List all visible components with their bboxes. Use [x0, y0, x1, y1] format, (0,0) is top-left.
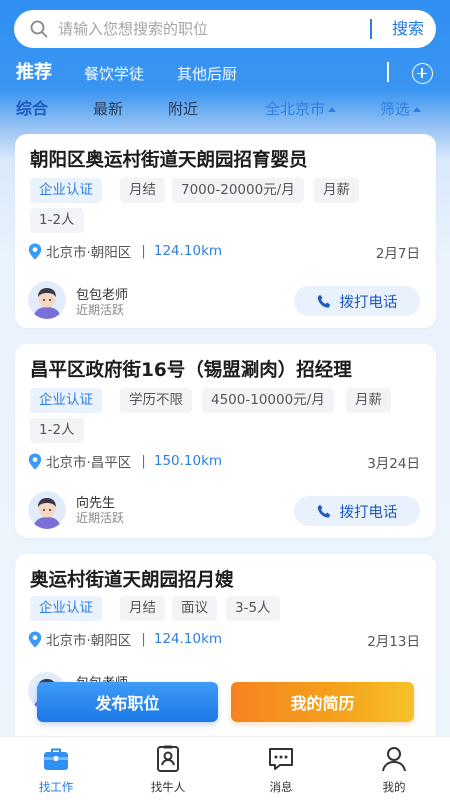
nav-label: 我的 — [382, 780, 406, 794]
phone-icon — [317, 294, 330, 308]
location-text: 北京市·朝阳区 — [46, 245, 132, 261]
my-resume-button[interactable]: 我的简历 — [231, 682, 414, 722]
city-dropdown[interactable]: 全北京市 — [265, 94, 337, 124]
nav-label: 找牛人 — [150, 780, 186, 794]
nav-find-job[interactable]: 找工作 — [16, 737, 96, 800]
job-title: 昌平区政府街16号（锡盟涮肉）招经理 — [30, 360, 352, 381]
screen-dropdown[interactable]: 筛选 — [380, 94, 422, 124]
location-row: 北京市·昌平区 | 150.10km — [28, 451, 222, 471]
call-button[interactable]: 拨打电话 — [294, 496, 420, 526]
city-label: 全北京市 — [265, 100, 326, 118]
id-card-icon — [157, 745, 179, 772]
job-tag: 3-5人 — [226, 596, 280, 621]
distance-text: 124.10km — [153, 631, 223, 647]
avatar — [28, 491, 66, 529]
search-icon — [30, 20, 48, 38]
call-button-label: 拨打电话 — [339, 504, 398, 521]
location-text: 北京市·朝阳区 — [46, 633, 132, 649]
search-input[interactable] — [58, 10, 358, 48]
filter-comprehensive[interactable]: 综合 — [16, 94, 48, 124]
location-separator: | — [141, 243, 146, 259]
location-separator: | — [141, 453, 146, 469]
post-date: 2月7日 — [375, 246, 420, 262]
job-tag: 月薪 — [346, 388, 391, 413]
publish-job-button[interactable]: 发布职位 — [37, 682, 218, 722]
contact-status: 近期活跃 — [76, 511, 125, 525]
nav-find-talent[interactable]: 找牛人 — [128, 737, 208, 800]
avatar — [28, 281, 66, 319]
search-divider — [370, 19, 372, 39]
job-title: 朝阳区奥运村街道天朗园招育婴员 — [30, 150, 308, 171]
job-tag: 月薪 — [314, 178, 359, 203]
tab-catering-apprentice[interactable]: 餐饮学徒 — [84, 57, 144, 91]
job-card[interactable]: 奥运村街道天朗园招月嫂 企业认证 月结 面议 3-5人 北京市·朝阳区 | 12… — [15, 554, 436, 754]
location-row: 北京市·朝阳区 | 124.10km — [28, 629, 222, 649]
category-tabs: 推荐 餐饮学徒 其他后厨 — [0, 56, 450, 90]
distance-text: 124.10km — [153, 243, 223, 259]
category-divider — [387, 62, 389, 82]
user-icon — [382, 747, 406, 772]
filter-latest[interactable]: 最新 — [93, 94, 123, 124]
call-button-label: 拨打电话 — [339, 294, 398, 311]
job-title: 奥运村街道天朗园招月嫂 — [30, 570, 234, 591]
call-button[interactable]: 拨打电话 — [294, 286, 420, 316]
job-card[interactable]: 朝阳区奥运村街道天朗园招育婴员 企业认证 月结 7000-20000元/月 月薪… — [15, 134, 436, 328]
screen-label: 筛选 — [380, 100, 411, 118]
job-tag: 企业认证 — [30, 388, 102, 413]
location-row: 北京市·朝阳区 | 124.10km — [28, 241, 222, 261]
job-tag: 1-2人 — [30, 418, 84, 443]
job-tag: 企业认证 — [30, 596, 102, 621]
job-tag: 1-2人 — [30, 208, 84, 233]
nav-label: 消息 — [269, 780, 293, 794]
location-pin-icon — [28, 243, 42, 259]
job-tag: 学历不限 — [120, 388, 192, 413]
job-tag: 月结 — [120, 178, 165, 203]
location-pin-icon — [28, 631, 42, 647]
post-date: 3月24日 — [367, 456, 420, 472]
job-tag: 面议 — [172, 596, 217, 621]
briefcase-icon — [44, 748, 68, 770]
nav-mine[interactable]: 我的 — [354, 737, 434, 800]
job-tag: 月结 — [120, 596, 165, 621]
contact-status: 近期活跃 — [76, 303, 125, 317]
phone-icon — [317, 504, 330, 518]
triangle-down-icon — [413, 107, 422, 112]
add-category-icon[interactable] — [412, 63, 433, 84]
job-tag: 7000-20000元/月 — [172, 178, 304, 203]
search-bar: 搜索 — [14, 10, 436, 48]
job-card[interactable]: 昌平区政府街16号（锡盟涮肉）招经理 企业认证 学历不限 4500-10000元… — [15, 344, 436, 538]
post-date: 2月13日 — [367, 634, 420, 650]
tab-recommend[interactable]: 推荐 — [16, 56, 52, 90]
chat-icon — [269, 748, 293, 770]
bottom-nav: 找工作 找牛人 消息 我的 — [0, 736, 450, 800]
filter-row: 综合 最新 附近 全北京市 筛选 — [0, 94, 450, 124]
search-button[interactable]: 搜索 — [380, 10, 436, 48]
location-text: 北京市·昌平区 — [46, 455, 132, 471]
job-tag: 企业认证 — [30, 178, 102, 203]
nav-messages[interactable]: 消息 — [241, 737, 321, 800]
nav-label: 找工作 — [38, 780, 74, 794]
distance-text: 150.10km — [153, 453, 223, 469]
triangle-down-icon — [328, 107, 337, 112]
tab-other-kitchen[interactable]: 其他后厨 — [177, 57, 237, 91]
filter-nearby[interactable]: 附近 — [168, 94, 198, 124]
location-pin-icon — [28, 453, 42, 469]
location-separator: | — [141, 631, 146, 647]
job-tag: 4500-10000元/月 — [202, 388, 334, 413]
